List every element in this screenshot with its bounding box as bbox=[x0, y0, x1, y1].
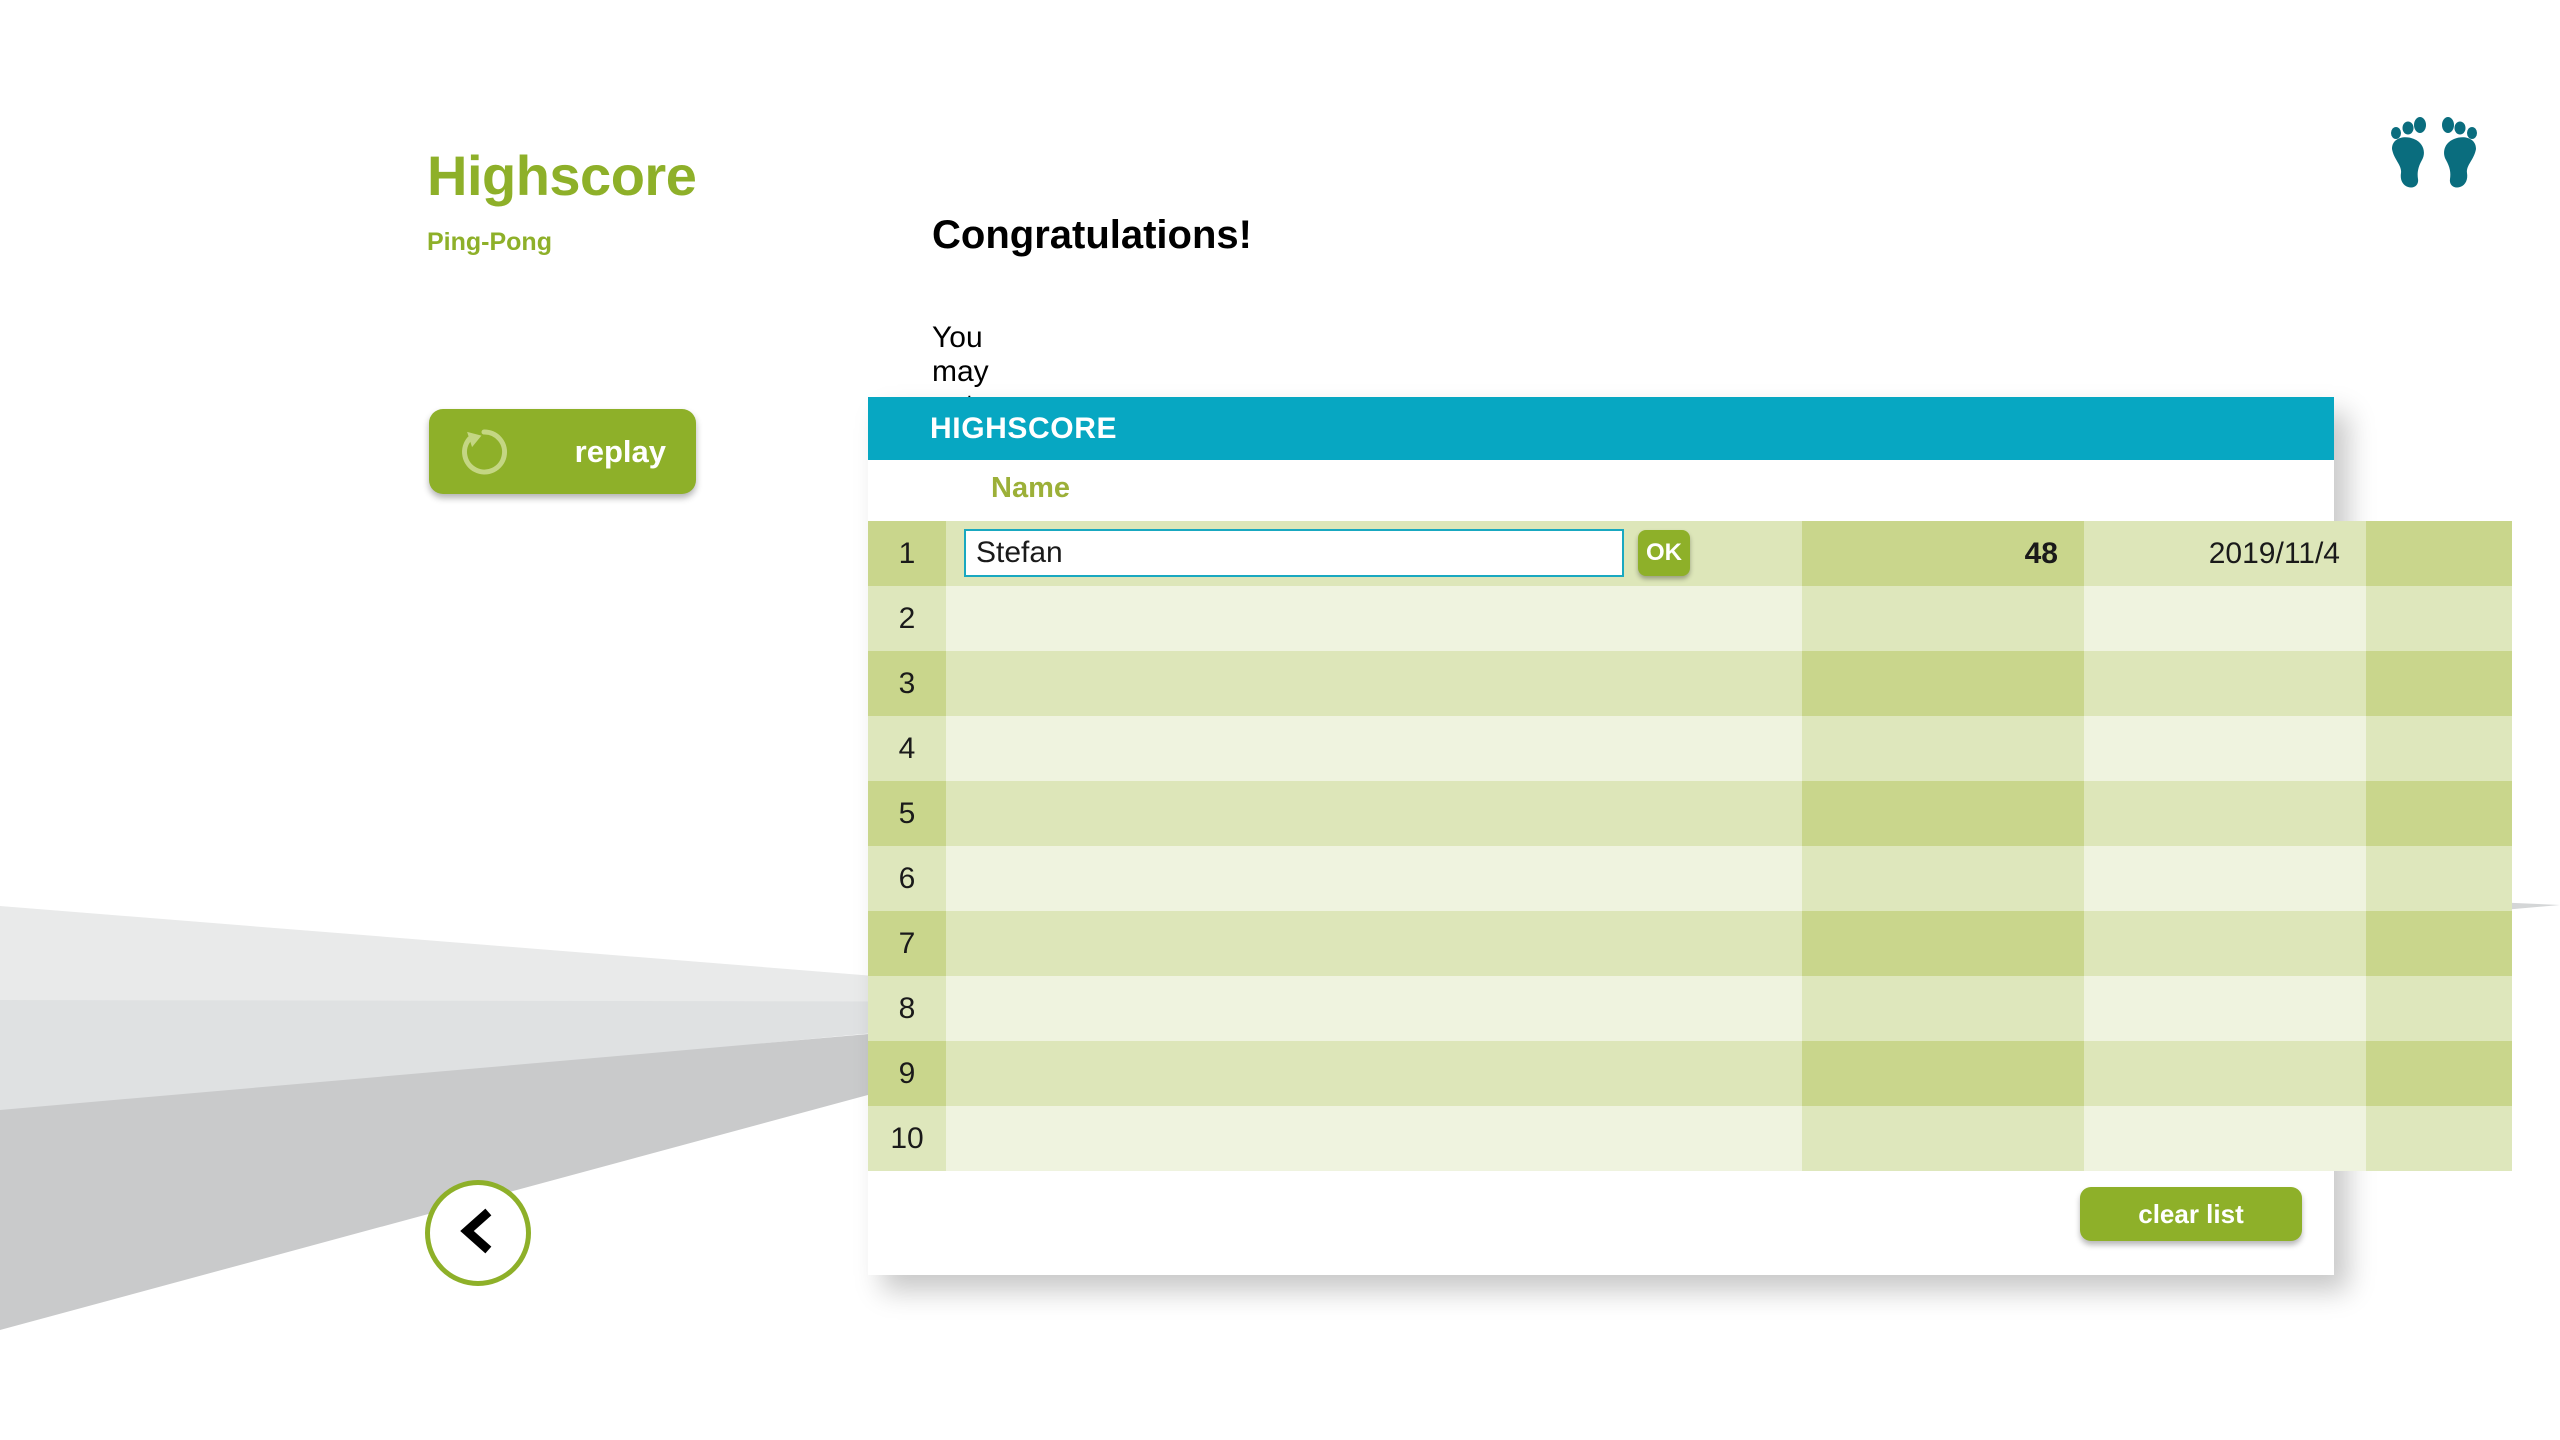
cell-tail bbox=[2366, 521, 2512, 586]
table-row: 5 bbox=[868, 781, 2512, 846]
cell-name bbox=[946, 781, 1802, 846]
row-date bbox=[2084, 651, 2366, 716]
left-panel: Highscore Ping-Pong replay bbox=[0, 0, 860, 1440]
row-date bbox=[2084, 976, 2366, 1041]
page-subtitle: Ping-Pong bbox=[427, 228, 552, 256]
replay-button-label: replay bbox=[574, 433, 666, 469]
table-rows: 1 OK 48 2019/11/4 2 3 4 5 6 7 8 9 10 bbox=[868, 521, 2512, 1171]
row-date: 2019/11/4 bbox=[2208, 536, 2340, 570]
row-score bbox=[1802, 1041, 2084, 1106]
cell-tail bbox=[2366, 781, 2512, 846]
cell-tail bbox=[2366, 846, 2512, 911]
cell-name bbox=[946, 976, 1802, 1041]
cell-name bbox=[946, 586, 1802, 651]
footprints-icon bbox=[2391, 117, 2477, 188]
row-rank: 7 bbox=[898, 926, 916, 960]
table-row: 3 bbox=[868, 651, 2512, 716]
table-row: 8 bbox=[868, 976, 2512, 1041]
table-column-headers: Name Score Date bbox=[868, 460, 2334, 521]
cell-tail bbox=[2366, 651, 2512, 716]
highscore-table: Name Score Date 1 OK 48 2019/11/4 2 3 4 5 6 7 8 9 10 bbox=[868, 460, 2512, 1171]
footprints-logo bbox=[2382, 105, 2486, 196]
cell-name bbox=[946, 1041, 1802, 1106]
row-rank: 6 bbox=[898, 861, 916, 895]
row-date bbox=[2084, 846, 2366, 911]
table-row: 1 OK 48 2019/11/4 bbox=[868, 521, 2512, 586]
table-row: 4 bbox=[868, 716, 2512, 781]
table-row: 10 bbox=[868, 1106, 2512, 1171]
card-title: HIGHSCORE bbox=[930, 411, 1118, 445]
ok-button[interactable]: OK bbox=[1638, 530, 1690, 576]
row-score bbox=[1802, 846, 2084, 911]
cell-tail bbox=[2366, 1041, 2512, 1106]
row-date bbox=[2084, 1041, 2366, 1106]
highscore-card: HIGHSCORE Name Score Date 1OK482019/11/4… bbox=[868, 397, 2512, 1275]
table-row: 9 bbox=[868, 1041, 2512, 1106]
replay-button[interactable]: replay bbox=[429, 409, 696, 494]
cell-name bbox=[946, 1106, 1802, 1171]
row-rank: 9 bbox=[898, 1056, 916, 1090]
row-rank: 5 bbox=[898, 796, 916, 830]
row-score bbox=[1802, 586, 2084, 651]
table-row: 6 bbox=[868, 846, 2512, 911]
table-row: 2 bbox=[868, 586, 2512, 651]
row-date bbox=[2084, 716, 2366, 781]
row-rank: 8 bbox=[898, 991, 916, 1025]
cell-name bbox=[946, 716, 1802, 781]
row-date bbox=[2084, 586, 2366, 651]
row-score bbox=[1802, 781, 2084, 846]
row-rank: 1 bbox=[898, 536, 916, 570]
cell-name bbox=[946, 846, 1802, 911]
cell-tail bbox=[2366, 911, 2512, 976]
row-score bbox=[1802, 1106, 2084, 1171]
cell-tail bbox=[2366, 976, 2512, 1041]
cell-tail bbox=[2366, 1106, 2512, 1171]
row-rank: 4 bbox=[898, 731, 916, 765]
chevron-left-icon bbox=[456, 1207, 500, 1260]
row-score: 48 bbox=[2024, 536, 2058, 570]
row-score bbox=[1802, 716, 2084, 781]
row-score bbox=[1802, 976, 2084, 1041]
cell-name bbox=[946, 651, 1802, 716]
row-score bbox=[1802, 651, 2084, 716]
row-date bbox=[2084, 911, 2366, 976]
page-title: Highscore bbox=[427, 144, 697, 207]
table-row: 7 bbox=[868, 911, 2512, 976]
column-header-name: Name bbox=[991, 472, 1070, 504]
card-titlebar: HIGHSCORE bbox=[868, 397, 2334, 460]
cell-tail bbox=[2366, 586, 2512, 651]
cell-name bbox=[946, 911, 1802, 976]
name-input[interactable] bbox=[964, 529, 1624, 577]
clear-list-button[interactable]: clear list bbox=[2080, 1187, 2302, 1241]
cell-tail bbox=[2366, 716, 2512, 781]
row-rank: 3 bbox=[898, 666, 916, 700]
row-date bbox=[2084, 781, 2366, 846]
row-rank: 10 bbox=[890, 1121, 924, 1155]
row-rank: 2 bbox=[898, 601, 916, 635]
row-date bbox=[2084, 1106, 2366, 1171]
back-button[interactable] bbox=[425, 1180, 531, 1286]
row-score bbox=[1802, 911, 2084, 976]
congratulations-heading: Congratulations! bbox=[932, 213, 1252, 257]
